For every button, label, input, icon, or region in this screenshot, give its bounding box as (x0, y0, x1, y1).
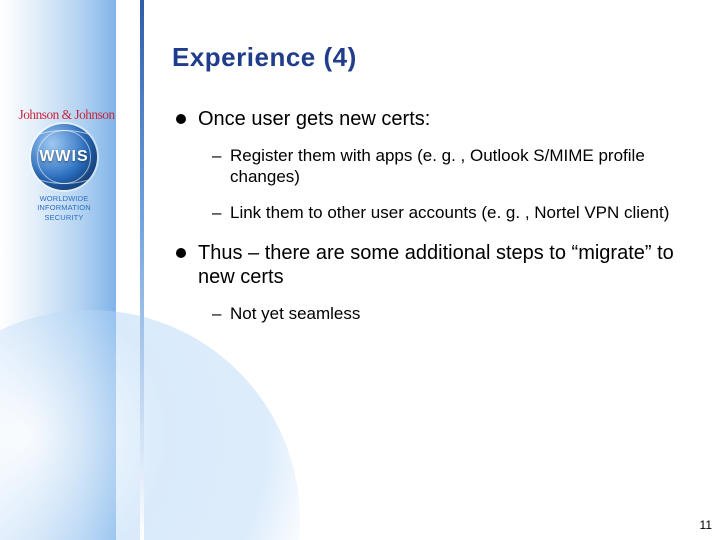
sidebar-separator (140, 0, 144, 540)
slide: Johnson & Johnson WWIS WORLDWIDE INFORMA… (0, 0, 720, 540)
bullet-text: Link them to other user accounts (e. g. … (230, 203, 669, 222)
sublist: Not yet seamless (212, 303, 692, 324)
wwis-acronym: WWIS (31, 148, 97, 166)
list-item: Thus – there are some additional steps t… (176, 241, 692, 324)
slide-title: Experience (4) (172, 42, 692, 73)
list-item: Not yet seamless (212, 303, 692, 324)
globe-icon: WWIS (31, 124, 97, 190)
wwis-caption: WORLDWIDE INFORMATION SECURITY (22, 194, 106, 222)
list-item: Once user gets new certs: Register them … (176, 107, 692, 223)
sidebar-gradient (0, 0, 116, 540)
bullet-text: Thus – there are some additional steps t… (198, 242, 674, 288)
bullet-text: Register them with apps (e. g. , Outlook… (230, 146, 645, 186)
wwis-caption-line2: INFORMATION SECURITY (37, 203, 91, 221)
bullet-text: Once user gets new certs: (198, 108, 430, 130)
list-item: Register them with apps (e. g. , Outlook… (212, 145, 692, 188)
content-area: Experience (4) Once user gets new certs:… (172, 42, 692, 342)
list-item: Link them to other user accounts (e. g. … (212, 202, 692, 223)
bullet-list: Once user gets new certs: Register them … (176, 107, 692, 324)
wwis-badge: WWIS WORLDWIDE INFORMATION SECURITY (22, 124, 106, 202)
page-number: 11 (700, 518, 712, 532)
jnj-logo: Johnson & Johnson (19, 108, 115, 124)
sublist: Register them with apps (e. g. , Outlook… (212, 145, 692, 223)
bullet-text: Not yet seamless (230, 304, 360, 323)
wwis-caption-line1: WORLDWIDE (40, 194, 89, 203)
